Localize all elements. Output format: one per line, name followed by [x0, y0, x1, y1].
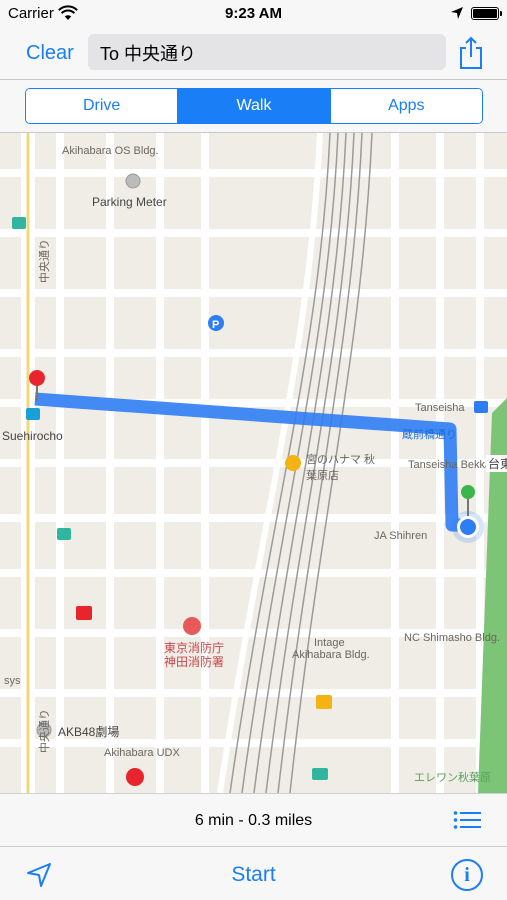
status-time: 9:23 AM	[225, 5, 282, 22]
transport-mode-segmented-control: Drive Walk Apps	[25, 88, 483, 124]
label-route-road: 蔵前橋通り	[402, 429, 457, 441]
status-bar: Carrier 9:23 AM	[0, 0, 507, 28]
route-eta-distance: 6 min - 0.3 miles	[194, 812, 313, 829]
location-arrow-icon[interactable]	[26, 862, 52, 888]
svg-text:P: P	[212, 319, 219, 331]
battery-icon	[471, 7, 499, 20]
label-ja-shihren: JA Shihren	[374, 530, 428, 542]
post-office-icon	[126, 768, 144, 786]
label-elevenses: エレワン秋葉原	[414, 772, 491, 784]
map-view[interactable]: P Akihabara OS Bldg. Parking Meter Suehi…	[0, 133, 507, 793]
label-shop-jp: 宮のハナマ 秋葉原店	[306, 454, 376, 482]
mode-apps-button[interactable]: Apps	[329, 89, 482, 123]
label-tanseisha: Tanseisha	[415, 402, 465, 414]
info-icon[interactable]: i	[451, 859, 483, 891]
label-sys: sys	[4, 675, 21, 687]
label-akihabara-bldg: Akihabara Bldg.	[292, 649, 370, 661]
label-nc-shimasho: NC Shimasho Bldg.	[404, 632, 500, 644]
mode-walk-button[interactable]: Walk	[177, 89, 330, 123]
label-intage: Intage	[314, 637, 345, 649]
label-daito: 台東	[486, 455, 507, 472]
mode-selector-bar: Drive Walk Apps	[0, 80, 507, 133]
route-summary-bar: 6 min - 0.3 miles	[0, 793, 507, 846]
label-suehirocho: Suehirocho	[2, 429, 63, 443]
label-chuo-dori: 中央通り	[39, 239, 51, 283]
bottom-toolbar: Start i	[0, 846, 507, 900]
nav-bar: Clear To 中央通り	[0, 28, 507, 80]
label-fire-station-2: 神田消防署	[164, 655, 225, 669]
location-arrow-icon	[451, 7, 463, 19]
label-tanseisha-bekkan: Tanseisha Bekkan	[408, 459, 498, 471]
current-location-icon	[452, 511, 484, 543]
share-icon[interactable]	[458, 36, 484, 70]
station-icon	[26, 408, 40, 420]
clear-button[interactable]: Clear	[26, 42, 74, 65]
yodobashi-icon	[316, 695, 332, 709]
convenience-icon	[312, 768, 328, 780]
battery-nub	[500, 11, 502, 16]
start-button[interactable]: Start	[231, 863, 275, 886]
store-icon	[57, 528, 71, 540]
label-akihabara-udx: Akihabara UDX	[104, 747, 180, 759]
label-parking-meter: Parking Meter	[92, 195, 167, 209]
fire-station-icon	[183, 617, 201, 635]
parking-meter-icon	[125, 173, 141, 189]
list-icon[interactable]	[453, 810, 481, 830]
building-icon	[12, 217, 26, 229]
shop-icon	[76, 606, 92, 620]
label-chuo-dori-lower: 中央通り	[39, 709, 51, 753]
transit-icon	[474, 401, 488, 413]
label-akb48: AKB48劇場	[58, 725, 120, 739]
label-akihabara-os: Akihabara OS Bldg.	[62, 145, 159, 157]
shopping-icon	[285, 455, 301, 471]
destination-field[interactable]: To 中央通り	[88, 34, 446, 70]
mode-drive-button[interactable]: Drive	[26, 89, 178, 123]
